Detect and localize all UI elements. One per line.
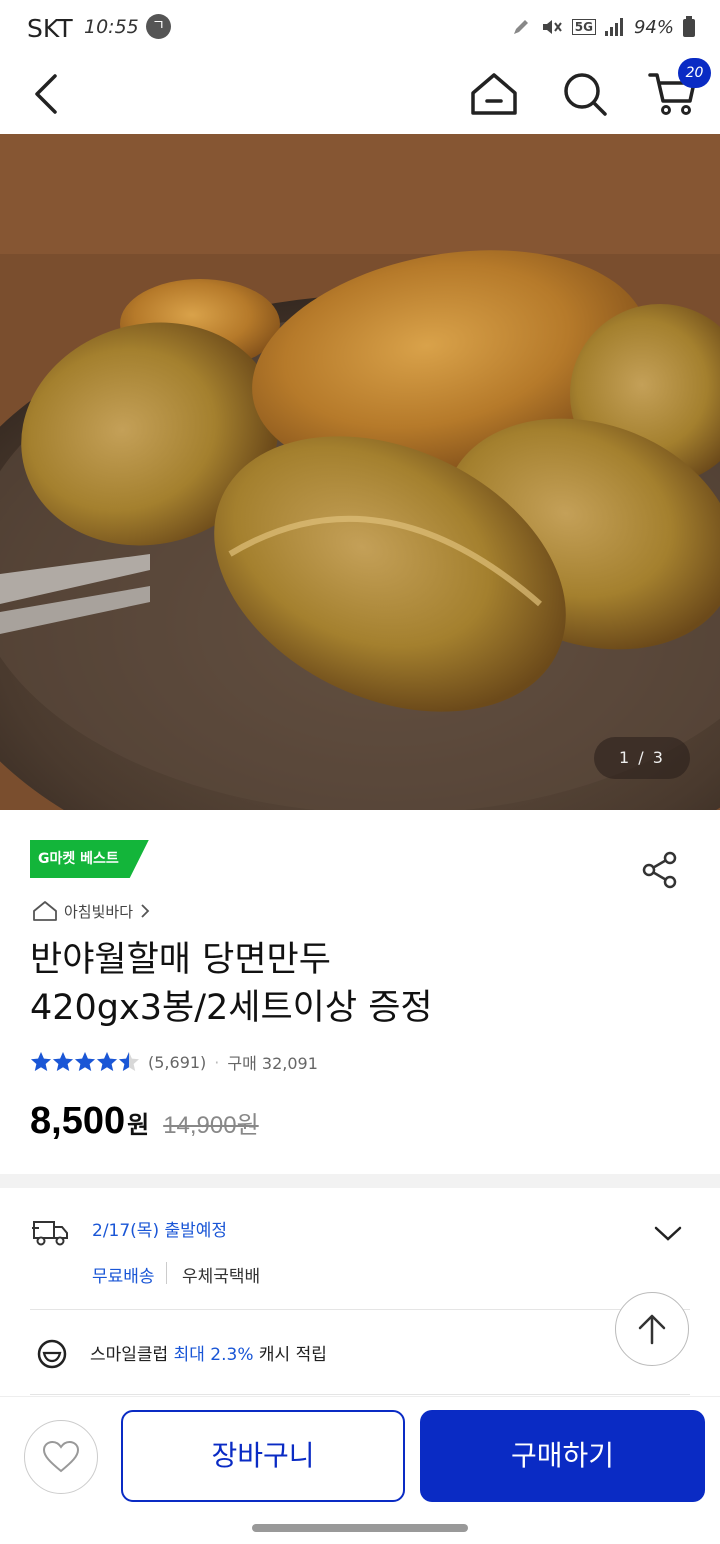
system-icons: 5G 94% [510,14,696,40]
cashback-rate: 최대 2.3% [173,1345,254,1365]
home-icon [471,73,517,115]
rating-row[interactable]: (5,691) · 구매 32,091 [30,1048,318,1076]
notification-icon: ㄱ [146,14,171,39]
title-line-1: 반야월할매 당면만두 [30,940,331,980]
seller-link[interactable]: 아침빛바다 [32,898,151,924]
star-icon [75,1052,95,1071]
star-icon [31,1052,51,1071]
battery-level: 94% [633,16,674,38]
currency-unit: 원 [127,1111,150,1139]
search-icon [564,73,607,116]
battery-icon [683,16,695,37]
cashback-label: 캐시 적립 [258,1345,327,1365]
search-button[interactable] [553,62,617,126]
add-to-cart-button[interactable]: 장바구니 [121,1410,405,1502]
chevron-right-icon [141,904,150,918]
share-icon [642,851,677,889]
dumplings-photo [0,134,720,810]
wishlist-button[interactable] [24,1420,98,1494]
star-icon [53,1052,73,1071]
shipping-carrier: 우체국택배 [182,1267,261,1287]
star-icon [119,1052,139,1071]
product-image[interactable] [0,134,720,810]
product-title: 반야월할매 당면만두 420gx3봉/2세트이상 증정 [30,936,650,1032]
cart-count-badge: 20 [678,58,711,88]
signal-icon [604,18,623,36]
nav-bar [0,56,720,134]
smile-club-cashback[interactable]: 스마일클럽 최대 2.3% 캐시 적립 [90,1340,327,1365]
home-indicator[interactable] [252,1524,468,1532]
separator [166,1262,167,1284]
share-button[interactable] [638,850,682,890]
original-price: 14,900원 [163,1112,259,1139]
heart-icon [42,1440,80,1473]
sale-price: 8,500 [30,1100,126,1142]
best-badge: G마켓 베스트 [30,840,149,878]
review-count: (5,691) [148,1052,207,1072]
buy-now-button[interactable]: 구매하기 [420,1410,705,1502]
scroll-to-top-button[interactable] [615,1292,689,1366]
network-icon: 5G [571,19,596,35]
pen-icon [513,20,528,34]
home-button[interactable] [462,62,526,126]
status-bar: SKT 10:55 ㄱ 5G 94% [0,0,720,56]
section-divider [0,1174,720,1188]
shop-home-icon [33,901,57,921]
dot-separator: · [214,1052,220,1072]
product-page: SKT 10:55 ㄱ 5G 94% 20 1 / 3 G마켓 베스트 아침빛바… [0,0,720,1544]
carrier-label: SKT [27,14,73,43]
chevron-down-icon [654,1226,682,1241]
ship-date: 2/17(목) 출발예정 [92,1221,228,1241]
chevron-left-icon [35,74,57,114]
arrow-up-icon [638,1314,666,1345]
star-icon [97,1052,117,1071]
seller-name: 아침빛바다 [64,902,134,921]
divider [30,1309,690,1310]
smile-icon [37,1339,67,1369]
back-button[interactable] [14,62,78,126]
smile-club-label: 스마일클럽 [90,1345,169,1365]
purchase-count: 구매 32,091 [227,1054,318,1073]
mute-icon [542,20,562,34]
title-line-2: 420gx3봉/2세트이상 증정 [30,988,433,1028]
image-page-indicator: 1 / 3 [594,737,690,779]
shipping-fee: 무료배송 [92,1267,155,1287]
divider [30,1394,690,1395]
delivery-expand-button[interactable] [648,1218,688,1250]
price-row: 8,500 원 14,900원 [30,1100,259,1150]
truck-icon [32,1221,68,1246]
star-rating [30,1051,140,1073]
clock: 10:55 [84,16,139,38]
